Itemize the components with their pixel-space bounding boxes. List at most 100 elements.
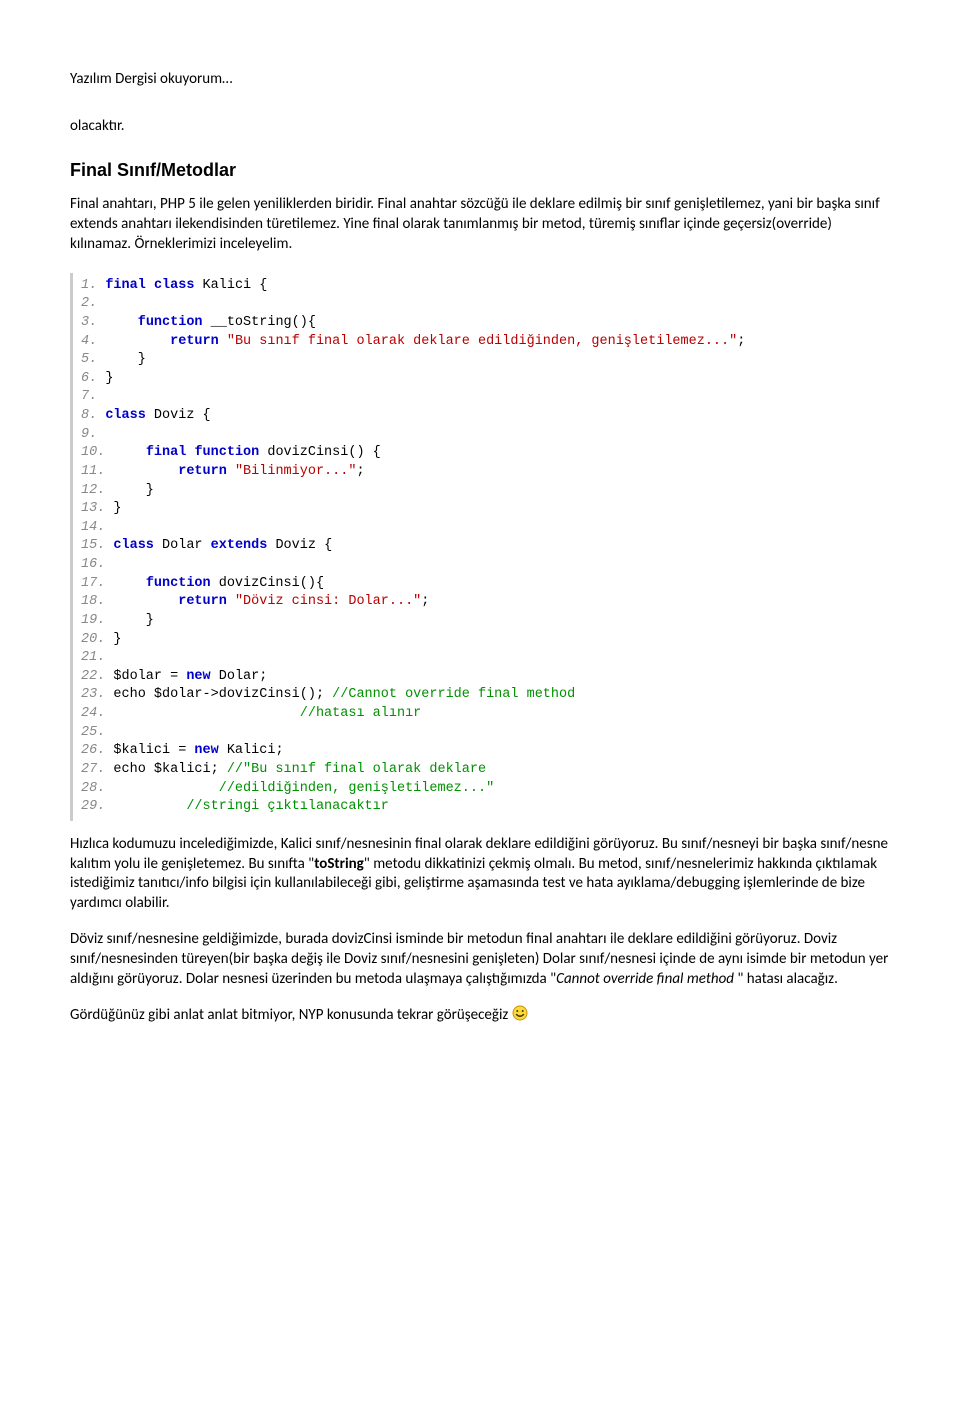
- line-number: 21.: [81, 650, 113, 665]
- line-number: 11.: [81, 464, 113, 479]
- closing-text: Gördüğünüz gibi anlat anlat bitmiyor, NY…: [70, 1006, 512, 1024]
- closing-paragraph: Gördüğünüz gibi anlat anlat bitmiyor, NY…: [70, 1005, 890, 1026]
- code-keyword: class: [113, 538, 154, 553]
- code-line: 5. }: [81, 351, 890, 370]
- code-text: $dolar =: [113, 669, 186, 684]
- line-number: 12.: [81, 483, 113, 498]
- code-keyword: function: [138, 315, 203, 330]
- code-block: 1. final class Kalici {2. 3. function __…: [70, 273, 890, 821]
- code-text: }: [105, 371, 113, 386]
- code-comment: //stringi çıktılanacaktır: [186, 799, 389, 814]
- code-comment: //edildiğinden, genişletilemez...": [219, 781, 494, 796]
- code-string: "Döviz cinsi: Dolar...": [235, 594, 421, 609]
- page-header: Yazılım Dergisi okuyorum…: [70, 70, 890, 88]
- code-text: [105, 334, 170, 349]
- code-line: 12. }: [81, 482, 890, 501]
- line-number: 29.: [81, 799, 113, 814]
- code-keyword: return: [170, 334, 219, 349]
- paragraph-2: Döviz sınıf/nesnesine geldiğimizde, bura…: [70, 930, 890, 989]
- code-line: 15. class Dolar extends Doviz {: [81, 537, 890, 556]
- line-number: 1.: [81, 278, 105, 293]
- code-text: Doviz {: [267, 538, 332, 553]
- code-keyword: new: [194, 743, 218, 758]
- code-comment: //Cannot override final method: [332, 687, 575, 702]
- code-keyword: new: [186, 669, 210, 684]
- code-text: echo $kalici;: [113, 762, 226, 777]
- line-number: 3.: [81, 315, 105, 330]
- code-text: [227, 594, 235, 609]
- code-keyword: return: [178, 594, 227, 609]
- line-number: 20.: [81, 632, 113, 647]
- code-line: 28. //edildiğinden, genişletilemez...": [81, 780, 890, 799]
- line-number: 5.: [81, 352, 105, 367]
- code-line: 19. }: [81, 612, 890, 631]
- line-number: 26.: [81, 743, 113, 758]
- intro-paragraph: Final anahtarı, PHP 5 ile gelen yenilikl…: [70, 195, 890, 254]
- code-keyword: return: [178, 464, 227, 479]
- code-string: "Bilinmiyor...": [235, 464, 357, 479]
- code-line: 2.: [81, 295, 890, 314]
- line-number: 27.: [81, 762, 113, 777]
- code-text: dovizCinsi() {: [259, 445, 381, 460]
- code-text: [113, 706, 299, 721]
- code-text: Dolar;: [211, 669, 268, 684]
- line-number: 18.: [81, 594, 113, 609]
- code-keyword: function: [194, 445, 259, 460]
- code-text: Kalici {: [194, 278, 267, 293]
- code-line: 27. echo $kalici; //"Bu sınıf final olar…: [81, 761, 890, 780]
- line-number: 16.: [81, 557, 113, 572]
- code-text: [113, 781, 218, 796]
- code-text: Dolar: [154, 538, 211, 553]
- code-text: ;: [421, 594, 429, 609]
- line-number: 10.: [81, 445, 113, 460]
- text: " hatası alacağız.: [734, 970, 838, 988]
- code-text: __toString(){: [203, 315, 316, 330]
- code-line: 3. function __toString(){: [81, 314, 890, 333]
- code-text: }: [113, 483, 154, 498]
- line-number: 2.: [81, 296, 105, 311]
- code-comment: //hatası alınır: [300, 706, 422, 721]
- code-line: 13. }: [81, 500, 890, 519]
- line-number: 4.: [81, 334, 105, 349]
- lead-text: olacaktır.: [70, 116, 890, 136]
- code-text: }: [113, 613, 154, 628]
- document-page: Yazılım Dergisi okuyorum… olacaktır. Fin…: [0, 0, 960, 1082]
- line-number: 17.: [81, 576, 113, 591]
- code-keyword: function: [146, 576, 211, 591]
- code-line: 24. //hatası alınır: [81, 705, 890, 724]
- line-number: 14.: [81, 520, 113, 535]
- code-line: 17. function dovizCinsi(){: [81, 575, 890, 594]
- code-text: [146, 278, 154, 293]
- line-number: 9.: [81, 427, 105, 442]
- code-line: 6. }: [81, 370, 890, 389]
- line-number: 23.: [81, 687, 113, 702]
- code-text: [113, 576, 145, 591]
- line-number: 13.: [81, 501, 113, 516]
- code-text: [113, 799, 186, 814]
- code-line: 18. return "Döviz cinsi: Dolar...";: [81, 593, 890, 612]
- line-number: 24.: [81, 706, 113, 721]
- code-line: 20. }: [81, 631, 890, 650]
- line-number: 15.: [81, 538, 113, 553]
- bold-term: toString: [314, 855, 364, 873]
- line-number: 19.: [81, 613, 113, 628]
- code-text: }: [113, 632, 121, 647]
- code-keyword: extends: [211, 538, 268, 553]
- code-line: 21.: [81, 649, 890, 668]
- code-line: 7.: [81, 388, 890, 407]
- code-string: "Bu sınıf final olarak deklare edildiğin…: [227, 334, 737, 349]
- italic-term: Cannot override final method: [556, 970, 734, 988]
- code-line: 8. class Doviz {: [81, 407, 890, 426]
- code-text: [219, 334, 227, 349]
- code-text: Doviz {: [146, 408, 211, 423]
- code-text: [105, 315, 137, 330]
- code-line: 14.: [81, 519, 890, 538]
- code-line: 25.: [81, 724, 890, 743]
- code-text: }: [105, 352, 146, 367]
- line-number: 25.: [81, 725, 113, 740]
- code-text: ;: [737, 334, 745, 349]
- code-text: echo $dolar->dovizCinsi();: [113, 687, 332, 702]
- code-line: 29. //stringi çıktılanacaktır: [81, 798, 890, 817]
- code-line: 10. final function dovizCinsi() {: [81, 444, 890, 463]
- code-line: 16.: [81, 556, 890, 575]
